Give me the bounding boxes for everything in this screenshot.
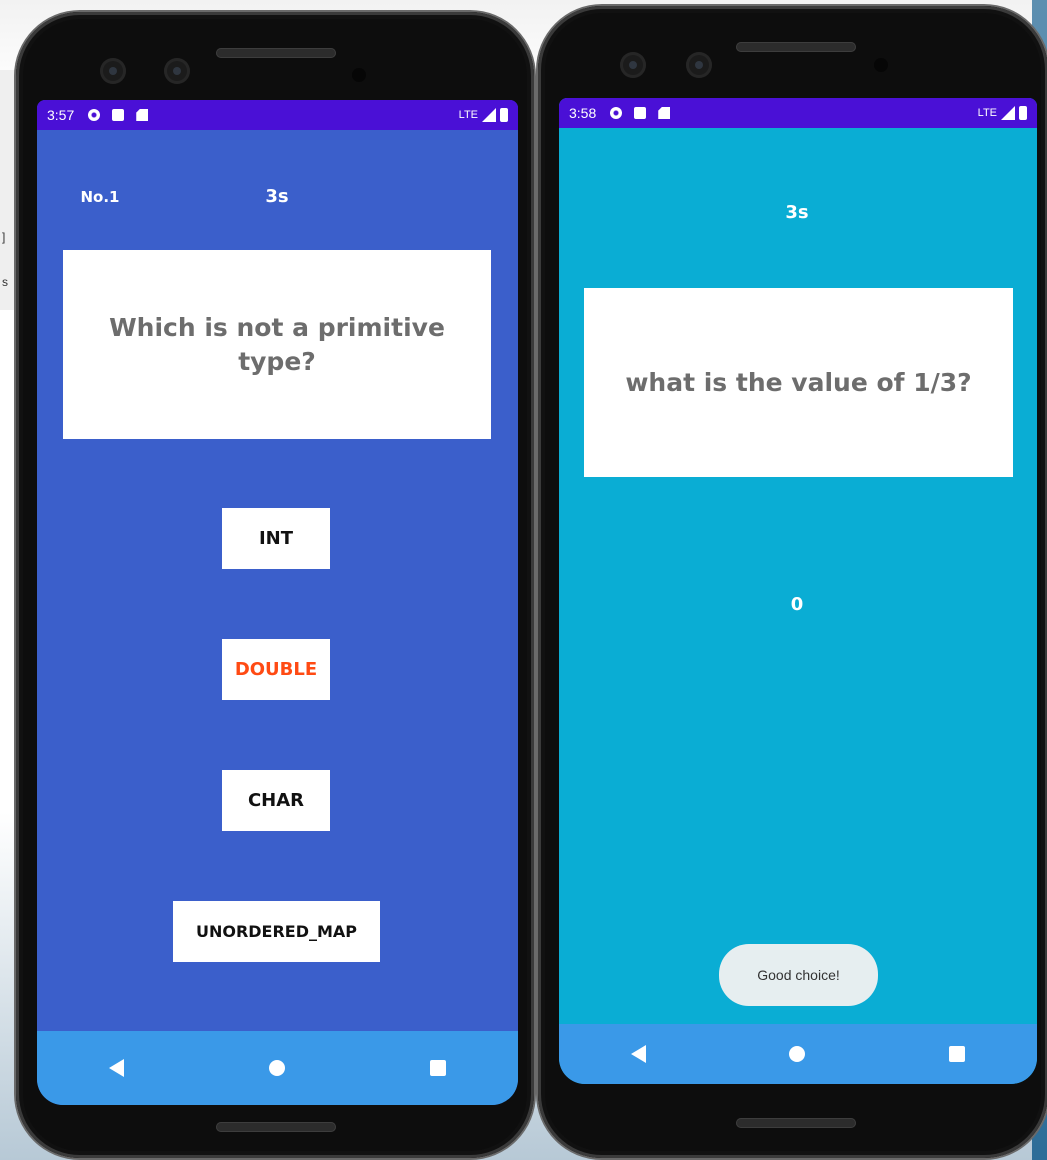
signal-icon: [482, 108, 496, 122]
earpiece-speaker: [736, 42, 856, 52]
front-sensor-icon: [686, 52, 712, 78]
question-card: what is the value of 1/3?: [584, 288, 1013, 477]
network-type: LTE: [458, 109, 478, 121]
timer: 3s: [785, 202, 809, 223]
settings-icon: [88, 109, 101, 121]
phone-left: 3:57 LTE No.1 3s Which is not a primitiv…: [16, 12, 534, 1158]
home-icon[interactable]: [268, 1060, 285, 1076]
question-card: Which is not a primitive type?: [63, 250, 491, 439]
navigation-bar: [559, 1024, 1037, 1084]
status-time: 3:57: [47, 107, 75, 123]
status-bar: 3:58 LTE: [559, 98, 1037, 128]
status-bar: 3:57 LTE: [37, 100, 518, 130]
home-icon[interactable]: [789, 1046, 806, 1062]
battery-icon: [500, 108, 508, 122]
option-button-int[interactable]: INT: [222, 508, 330, 569]
recents-icon[interactable]: [949, 1046, 966, 1062]
option-button-unordered-map[interactable]: UNORDERED_MAP: [173, 901, 380, 962]
a-notification-icon: [112, 109, 125, 121]
question-number: No.1: [80, 188, 120, 206]
toast-message: Good choice!: [719, 944, 878, 1006]
question-text: Which is not a primitive type?: [109, 312, 445, 376]
option-label: INT: [258, 528, 294, 549]
earpiece-speaker: [216, 48, 336, 58]
question-text: what is the value of 1/3?: [625, 367, 972, 397]
phone-right: 3:58 LTE 3s what is the value of 1/3? 0 …: [538, 6, 1047, 1158]
signal-icon: [1001, 106, 1015, 120]
navigation-bar: [37, 1031, 518, 1105]
screen-right: 3:58 LTE 3s what is the value of 1/3? 0 …: [559, 98, 1037, 1084]
sd-card-icon: [658, 107, 671, 119]
bottom-speaker: [216, 1122, 336, 1132]
front-sensor-icon: [164, 58, 190, 84]
timer: 3s: [265, 186, 289, 207]
a-notification-icon: [634, 107, 647, 119]
front-camera-icon: [620, 52, 646, 78]
bottom-speaker: [736, 1118, 856, 1128]
settings-icon: [610, 107, 623, 119]
battery-icon: [1019, 106, 1027, 120]
option-label: CHAR: [247, 790, 305, 811]
option-label: DOUBLE: [234, 659, 318, 680]
sd-card-icon: [136, 109, 149, 121]
answer-display: 0: [790, 594, 804, 615]
proximity-sensor: [352, 68, 366, 82]
status-time: 3:58: [569, 105, 597, 121]
back-icon[interactable]: [109, 1059, 125, 1077]
option-label: UNORDERED_MAP: [195, 922, 358, 941]
front-camera-icon: [100, 58, 126, 84]
option-button-double[interactable]: DOUBLE: [222, 639, 330, 700]
recents-icon[interactable]: [429, 1060, 446, 1076]
screen-left: 3:57 LTE No.1 3s Which is not a primitiv…: [37, 100, 518, 1105]
network-type: LTE: [977, 107, 997, 119]
proximity-sensor: [874, 58, 888, 72]
back-icon[interactable]: [630, 1045, 646, 1063]
toast-text: Good choice!: [757, 967, 840, 983]
option-button-char[interactable]: CHAR: [222, 770, 330, 831]
desktop-window-edge: ] s: [0, 70, 15, 310]
